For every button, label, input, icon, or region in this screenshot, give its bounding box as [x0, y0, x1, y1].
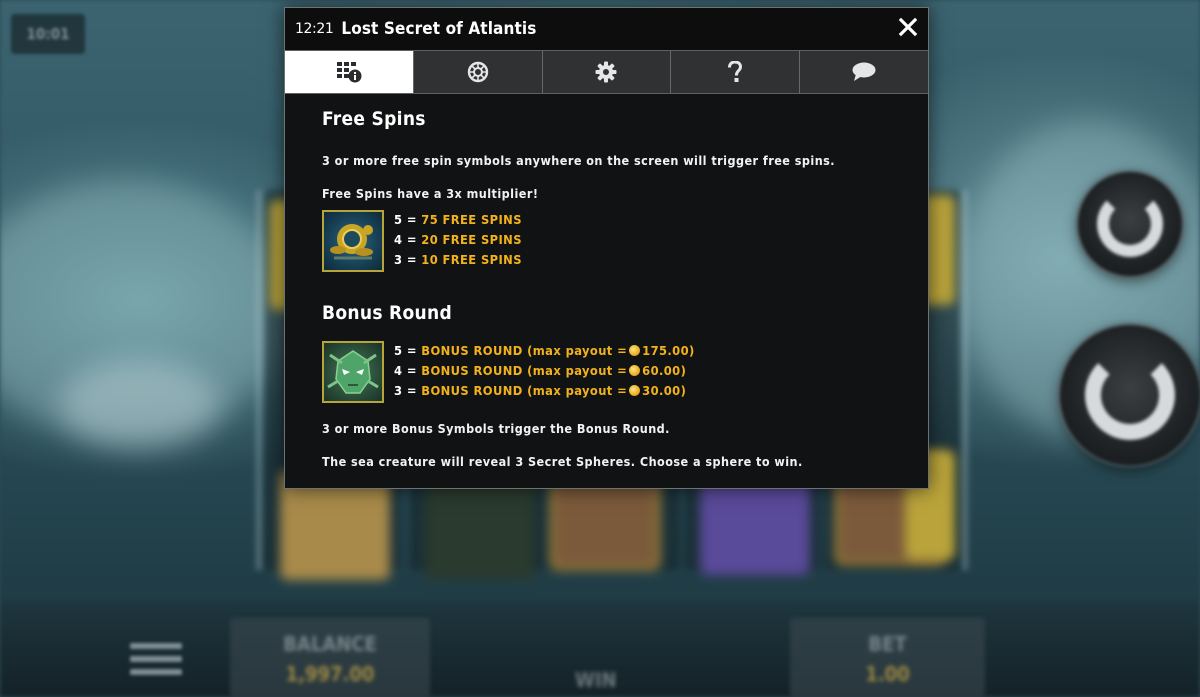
- payout-line: 5 = BONUS ROUND (max payout = 175.00): [394, 344, 695, 359]
- bet-value: 1.00: [865, 662, 910, 686]
- free-spins-title: Free Spins: [322, 108, 426, 130]
- payout-line: 4 = BONUS ROUND (max payout = 60.00): [394, 364, 687, 379]
- free-spins-paytable: 5 = 75 FREE SPINS 4 = 20 FREE SPINS 3 = …: [322, 210, 928, 272]
- free-spins-payout-lines: 5 = 75 FREE SPINS 4 = 20 FREE SPINS 3 = …: [394, 211, 522, 271]
- bonus-round-reveal-text: The sea creature will reveal 3 Secret Sp…: [322, 454, 803, 469]
- sea-creature-mask-symbol: [322, 341, 384, 403]
- balance-value: 1,997.00: [285, 662, 375, 686]
- bonus-round-trigger-text: 3 or more Bonus Symbols trigger the Bonu…: [322, 421, 670, 436]
- modal-header: 12:21 Lost Secret of Atlantis: [285, 8, 928, 50]
- tab-settings[interactable]: [541, 51, 671, 93]
- diving-helmet-symbol: [322, 210, 384, 272]
- coin-icon: [629, 365, 641, 376]
- payout-line: 4 = 20 FREE SPINS: [394, 233, 522, 248]
- bonus-round-payout-lines: 5 = BONUS ROUND (max payout = 175.00) 4 =…: [394, 342, 695, 402]
- gear-icon: [595, 61, 617, 83]
- sea-creature-mask-icon: [327, 350, 379, 394]
- background-clock: 10:01: [11, 14, 85, 54]
- free-spins-trigger-text: 3 or more free spin symbols anywhere on …: [322, 153, 836, 168]
- paytable-info-icon: [336, 62, 362, 83]
- balance-panel: BALANCE 1,997.00: [230, 618, 430, 697]
- game-title: Lost Secret of Atlantis: [341, 19, 537, 39]
- payout-line: 3 = BONUS ROUND (max payout = 30.00): [394, 384, 687, 399]
- balance-label: BALANCE: [283, 632, 377, 656]
- autoplay-icon: [1097, 191, 1163, 257]
- paytable-modal: 12:21 Lost Secret of Atlantis Free Spins…: [284, 7, 929, 489]
- hamburger-menu-icon[interactable]: [130, 643, 182, 683]
- win-label: WIN: [575, 668, 617, 692]
- spin-button[interactable]: [1060, 325, 1200, 465]
- tab-help[interactable]: [670, 51, 800, 93]
- tab-chat[interactable]: [799, 51, 928, 93]
- free-spins-multiplier-text: Free Spins have a 3x multiplier!: [322, 186, 539, 201]
- autoplay-button[interactable]: [1078, 172, 1182, 276]
- payout-line: 5 = 75 FREE SPINS: [394, 213, 522, 228]
- tab-reels[interactable]: [412, 51, 542, 93]
- modal-tabs: [285, 50, 928, 94]
- spin-arrow-icon: [1085, 350, 1175, 440]
- chat-icon: [852, 62, 876, 81]
- tab-paytable[interactable]: [285, 51, 413, 93]
- bet-panel: BET 1.00: [790, 618, 985, 697]
- close-button[interactable]: [894, 13, 922, 41]
- payout-line: 3 = 10 FREE SPINS: [394, 253, 522, 268]
- diving-helmet-icon: [330, 224, 373, 260]
- bonus-round-paytable: 5 = BONUS ROUND (max payout = 175.00) 4 =…: [322, 341, 928, 403]
- coin-icon: [629, 345, 641, 356]
- close-icon: [898, 17, 918, 37]
- clock-time: 12:21: [295, 21, 334, 37]
- coin-icon: [629, 385, 641, 396]
- paytable-content: Free Spins 3 or more free spin symbols a…: [285, 94, 928, 488]
- reel-wheel-icon: [467, 61, 488, 83]
- bet-label: BET: [868, 632, 907, 656]
- bonus-round-title: Bonus Round: [322, 302, 453, 324]
- question-icon: [728, 61, 743, 82]
